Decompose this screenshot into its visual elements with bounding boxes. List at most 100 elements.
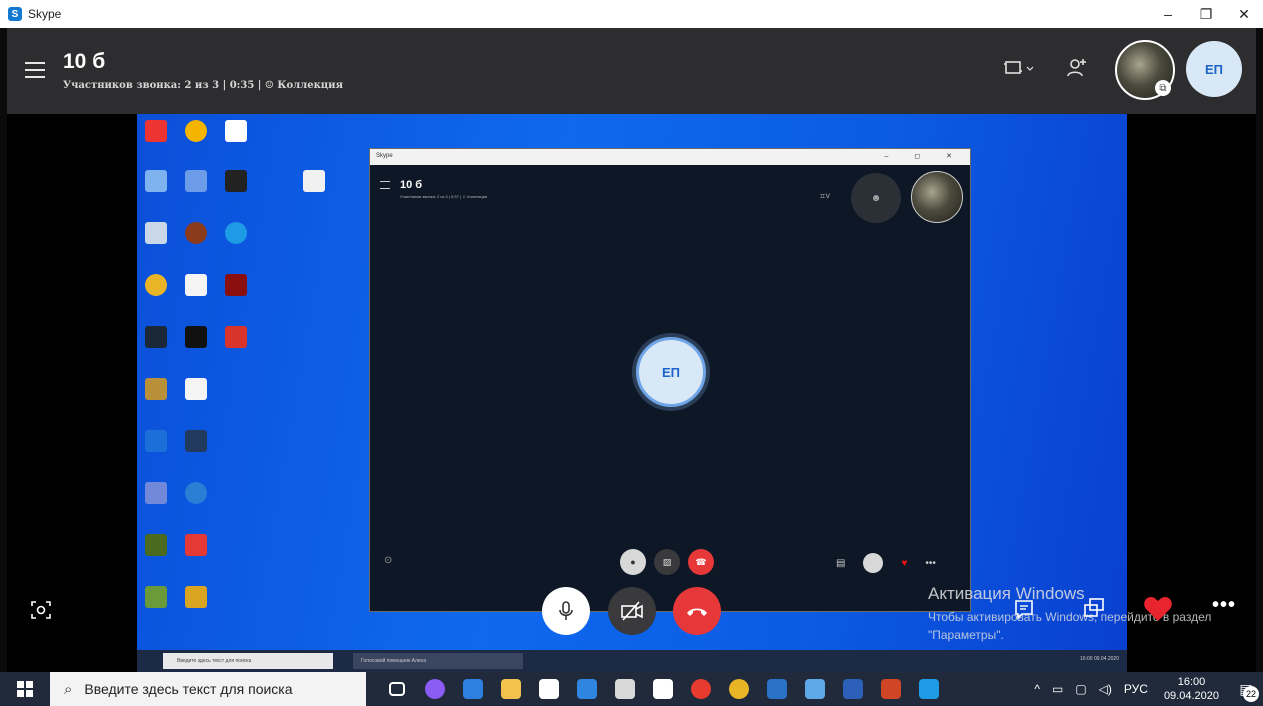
snapshot-button[interactable] [29,598,53,622]
desktop-icon [185,170,207,192]
desktop-icon [185,534,207,556]
participant-avatar[interactable]: ЕП [1186,41,1242,97]
desktop-icon [225,170,247,192]
camera-off-icon [621,601,643,621]
store-icon [539,679,559,699]
taskbar-search-box[interactable]: ⌕ Введите здесь текст для поиска [50,672,366,706]
desktop-icon [145,120,167,142]
chrome-icon [729,679,749,699]
desktop-icon [185,120,207,142]
call-title: 10 б [63,50,106,73]
taskbar-app-powerpoint[interactable] [872,672,910,706]
windows-taskbar: ⌕ Введите здесь текст для поиска ^ ▭ ▢ ◁… [0,672,1263,706]
taskbar-app-outlook[interactable] [758,672,796,706]
desktop-icon [185,378,207,400]
call-subtitle[interactable]: Участников звонка: 2 из 3 | 0:35 | ☺ Кол… [63,80,343,91]
mail-icon [577,679,597,699]
desktop-icon [145,326,167,348]
taskbar-app-mail[interactable] [568,672,606,706]
reaction-button[interactable] [1143,595,1173,628]
minimize-button[interactable]: – [1149,0,1187,28]
inner-more-icon: ••• [925,557,936,569]
video-toggle-button[interactable] [608,587,656,635]
chat-icon [1015,600,1033,620]
inner-chat-icon: ▤ [836,557,846,569]
display-icon[interactable]: ▢ [1075,682,1086,696]
taskbar-app-yandex-browser[interactable] [644,672,682,706]
start-button[interactable] [0,672,50,706]
desktop-icon [145,586,167,608]
chat-button[interactable] [1013,598,1035,625]
clock-date: 09.04.2020 [1163,690,1219,702]
close-button[interactable]: ✕ [1225,0,1263,28]
add-person-icon [1067,59,1086,77]
grid-layout-icon [1004,61,1034,74]
taskbar-app-skype[interactable] [910,672,948,706]
self-video-avatar[interactable]: ⧉ [1115,40,1175,100]
mute-mic-button[interactable] [542,587,590,635]
desktop-icon [185,274,207,296]
edge-icon [463,679,483,699]
share-screen-button[interactable] [1082,596,1106,625]
inner-titlebar: Skype – ◻ ✕ [370,149,970,165]
desktop-icon [225,326,247,348]
desktop-icon [145,170,167,192]
yandex-browser-icon [653,679,673,699]
action-center-button[interactable]: ▤ 22 [1229,672,1263,706]
inner-add-person-icon: ☻ [851,173,901,223]
restore-button[interactable]: ❐ [1187,0,1225,28]
network-icon[interactable]: ▭ [1052,682,1063,696]
taskbar-apps [378,672,948,706]
inner-heart-icon: ♥ [901,557,908,569]
taskbar-app-photos[interactable] [796,672,834,706]
more-options-button[interactable]: ••• [1212,594,1236,617]
taskbar-app-edge[interactable] [454,672,492,706]
alisa-icon [425,679,445,699]
call-header: 10 б Участников звонка: 2 из 3 | 0:35 | … [7,28,1256,114]
inner-camera-off-icon: ▨ [654,549,680,575]
activation-watermark-text: Чтобы активировать Windows, перейдите в … [928,610,1212,642]
volume-icon[interactable]: ◁) [1099,682,1112,696]
taskbar-app-chrome[interactable] [720,672,758,706]
task-view-icon [389,682,405,696]
clock-time: 16:00 [1177,676,1206,688]
inner-call-header: 10 б Участников звонка: 2 из 3 | 0:37 | … [380,179,487,199]
inner-call-subtitle: Участников звонка: 2 из 3 | 0:37 | ☺ Кол… [400,194,488,199]
window-titlebar: S Skype – ❐ ✕ [0,0,1263,28]
skype-icon [919,679,939,699]
desktop-icon [225,120,247,142]
inner-self-avatar [911,171,963,223]
taskbar-app-alisa[interactable] [416,672,454,706]
inner-end-call-icon: ☎ [688,549,714,575]
desktop-icon [225,274,247,296]
taskbar-app-explorer[interactable] [492,672,530,706]
inner-call-title: 10 б [400,179,423,191]
inner-mic-icon: ● [620,549,646,575]
taskbar-app-word[interactable] [834,672,872,706]
show-hidden-icons-icon[interactable]: ^ [1034,682,1040,696]
camera-snapshot-icon [31,601,51,619]
yandex-icon [691,679,711,699]
desktop-icon [303,170,325,192]
taskbar-app-task-view[interactable] [378,672,416,706]
inner-share-icon [863,553,884,573]
menu-icon[interactable] [25,62,45,78]
language-indicator[interactable]: РУС [1124,682,1148,696]
window-controls: – ❐ ✕ [1149,0,1263,28]
skype-logo-icon: S [8,7,22,21]
desktop-icon [185,222,207,244]
outlook-icon [767,679,787,699]
inner-window-controls: – ◻ ✕ [884,153,964,160]
taskbar-app-paint[interactable] [606,672,644,706]
paint-icon [615,679,635,699]
inner-snapshot-icon: ⊙ [384,555,393,566]
taskbar-app-store[interactable] [530,672,568,706]
layout-switch-button[interactable] [1003,58,1035,83]
add-participant-button[interactable] [1065,56,1089,85]
inner-menu-icon [380,181,390,189]
taskbar-app-yandex[interactable] [682,672,720,706]
word-icon [843,679,863,699]
desktop-icon [145,274,167,296]
end-call-button[interactable] [673,587,721,635]
clock[interactable]: 16:00 09.04.2020 [1164,675,1219,703]
